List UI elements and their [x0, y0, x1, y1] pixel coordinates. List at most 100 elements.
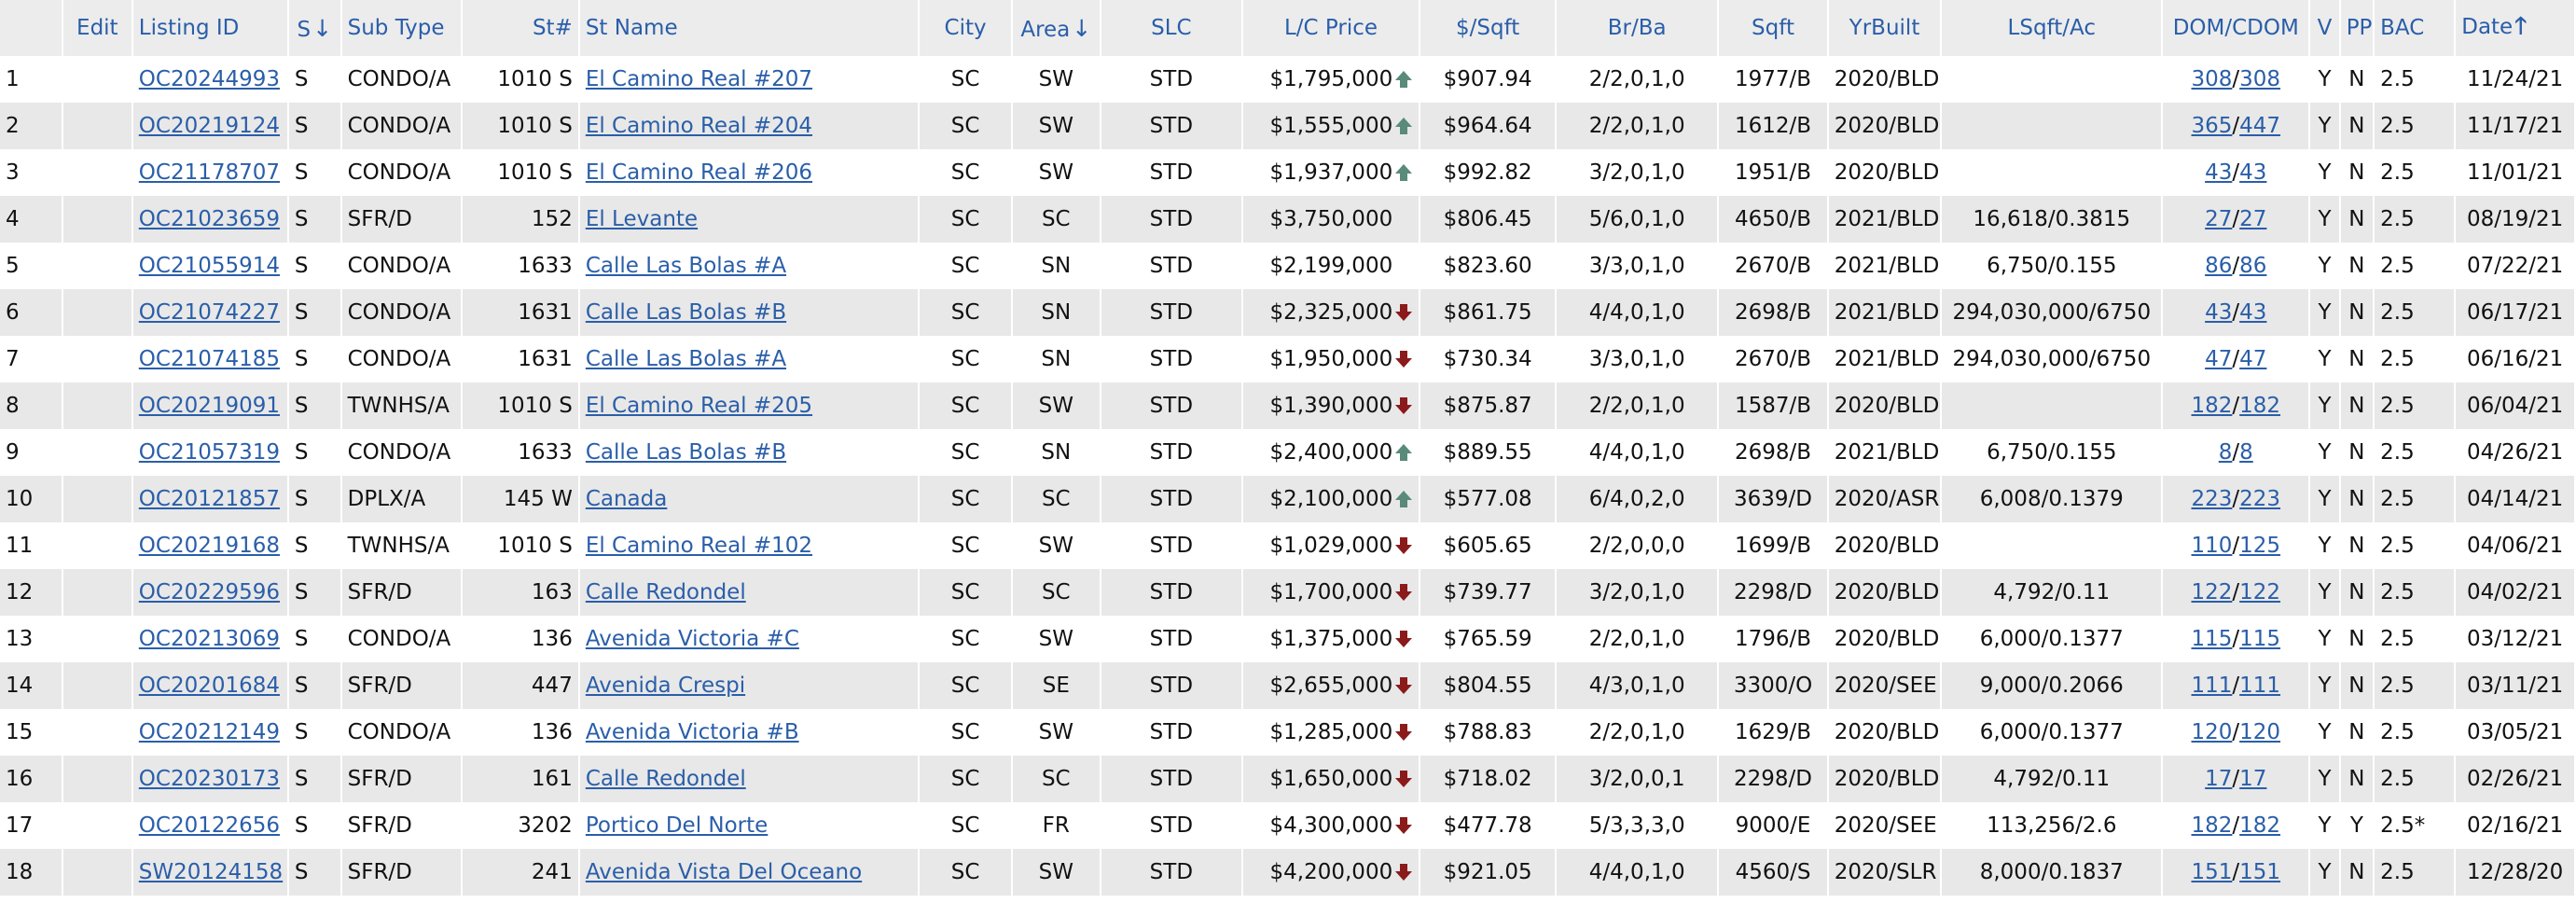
col-sqft[interactable]: Sqft: [1718, 0, 1829, 56]
listing-id-link[interactable]: OC20213069: [139, 627, 280, 651]
col-date[interactable]: Date🡑: [2455, 0, 2576, 56]
dom-link[interactable]: 115: [2192, 627, 2233, 651]
edit-cell[interactable]: [62, 756, 133, 802]
col-bed-bath[interactable]: Br/Ba: [1556, 0, 1720, 56]
col-city[interactable]: City: [919, 0, 1013, 56]
edit-cell[interactable]: [62, 243, 133, 289]
street-name-link[interactable]: El Levante: [586, 207, 698, 231]
cdom-link[interactable]: 47: [2239, 347, 2266, 371]
dom-link[interactable]: 111: [2192, 674, 2233, 698]
listing-id-link[interactable]: OC20244993: [139, 67, 280, 91]
cdom-link[interactable]: 111: [2239, 674, 2280, 698]
col-slc[interactable]: SLC: [1100, 0, 1243, 56]
edit-cell[interactable]: [62, 849, 133, 896]
cdom-link[interactable]: 151: [2239, 860, 2280, 884]
col-street-name[interactable]: St Name: [578, 0, 921, 56]
col-sub-type[interactable]: Sub Type: [340, 0, 464, 56]
listing-id-link[interactable]: OC21074185: [139, 347, 280, 371]
edit-cell[interactable]: [62, 103, 133, 149]
dom-link[interactable]: 151: [2192, 860, 2233, 884]
dom-link[interactable]: 122: [2192, 580, 2233, 604]
street-name-link[interactable]: Calle Redondel: [586, 580, 746, 604]
cdom-link[interactable]: 447: [2239, 114, 2280, 138]
edit-cell[interactable]: [62, 336, 133, 382]
street-name-link[interactable]: Portico Del Norte: [586, 813, 768, 838]
dom-link[interactable]: 110: [2192, 534, 2233, 558]
street-name-link[interactable]: Canada: [586, 487, 668, 511]
listing-id-link[interactable]: OC20229596: [139, 580, 280, 604]
listing-id-link[interactable]: OC21178707: [139, 160, 280, 185]
dom-link[interactable]: 47: [2205, 347, 2232, 371]
cdom-link[interactable]: 115: [2239, 627, 2280, 651]
edit-cell[interactable]: [62, 662, 133, 709]
listing-id-link[interactable]: OC20219091: [139, 394, 280, 418]
col-pp[interactable]: PP: [2339, 0, 2375, 56]
cdom-link[interactable]: 223: [2239, 487, 2280, 511]
street-name-link[interactable]: Calle Las Bolas #A: [586, 254, 786, 278]
edit-cell[interactable]: [62, 476, 133, 522]
edit-cell[interactable]: [62, 522, 133, 569]
cdom-link[interactable]: 86: [2239, 254, 2266, 278]
edit-cell[interactable]: [62, 382, 133, 429]
col-v[interactable]: V: [2309, 0, 2341, 56]
cdom-link[interactable]: 308: [2239, 67, 2280, 91]
dom-link[interactable]: 8: [2219, 440, 2233, 465]
listing-id-link[interactable]: OC21057319: [139, 440, 280, 465]
edit-cell[interactable]: [62, 429, 133, 476]
cdom-link[interactable]: 182: [2239, 394, 2280, 418]
edit-cell[interactable]: [62, 709, 133, 756]
col-s[interactable]: S↓: [287, 0, 342, 56]
dom-link[interactable]: 17: [2205, 767, 2232, 791]
dom-link[interactable]: 43: [2205, 160, 2232, 185]
cdom-link[interactable]: 43: [2239, 300, 2266, 325]
dom-link[interactable]: 365: [2192, 114, 2233, 138]
street-name-link[interactable]: Avenida Victoria #B: [586, 720, 799, 744]
col-area[interactable]: Area↓: [1011, 0, 1101, 56]
edit-cell[interactable]: [62, 149, 133, 196]
col-price-per-sqft[interactable]: $/Sqft: [1420, 0, 1558, 56]
cdom-link[interactable]: 17: [2239, 767, 2266, 791]
listing-id-link[interactable]: OC20230173: [139, 767, 280, 791]
listing-id-link[interactable]: OC20219124: [139, 114, 280, 138]
edit-cell[interactable]: [62, 196, 133, 243]
edit-cell[interactable]: [62, 289, 133, 336]
street-name-link[interactable]: El Camino Real #207: [586, 67, 812, 91]
col-year-built[interactable]: YrBuilt: [1827, 0, 1943, 56]
street-name-link[interactable]: El Camino Real #204: [586, 114, 812, 138]
dom-link[interactable]: 223: [2192, 487, 2233, 511]
street-name-link[interactable]: El Camino Real #205: [586, 394, 812, 418]
edit-cell[interactable]: [62, 569, 133, 616]
listing-id-link[interactable]: OC20121857: [139, 487, 280, 511]
street-name-link[interactable]: Calle Las Bolas #B: [586, 300, 786, 325]
edit-cell[interactable]: [62, 616, 133, 662]
dom-link[interactable]: 182: [2192, 813, 2233, 838]
col-street-number[interactable]: St#: [462, 0, 580, 56]
dom-link[interactable]: 43: [2205, 300, 2232, 325]
dom-link[interactable]: 27: [2205, 207, 2232, 231]
street-name-link[interactable]: Avenida Victoria #C: [586, 627, 799, 651]
cdom-link[interactable]: 8: [2239, 440, 2253, 465]
dom-link[interactable]: 120: [2192, 720, 2233, 744]
cdom-link[interactable]: 43: [2239, 160, 2266, 185]
dom-link[interactable]: 86: [2205, 254, 2232, 278]
listing-id-link[interactable]: SW20124158: [139, 860, 283, 884]
listing-id-link[interactable]: OC21023659: [139, 207, 280, 231]
street-name-link[interactable]: Calle Redondel: [586, 767, 746, 791]
cdom-link[interactable]: 122: [2239, 580, 2280, 604]
listing-id-link[interactable]: OC20201684: [139, 674, 280, 698]
street-name-link[interactable]: El Camino Real #102: [586, 534, 812, 558]
cdom-link[interactable]: 27: [2239, 207, 2266, 231]
listing-id-link[interactable]: OC20122656: [139, 813, 280, 838]
col-listing-id[interactable]: Listing ID: [132, 0, 289, 56]
listing-id-link[interactable]: OC20219168: [139, 534, 280, 558]
street-name-link[interactable]: El Camino Real #206: [586, 160, 812, 185]
col-lc-price[interactable]: L/C Price: [1241, 0, 1421, 56]
street-name-link[interactable]: Avenida Vista Del Oceano: [586, 860, 862, 884]
listing-id-link[interactable]: OC20212149: [139, 720, 280, 744]
edit-cell[interactable]: [62, 56, 133, 103]
cdom-link[interactable]: 182: [2239, 813, 2280, 838]
street-name-link[interactable]: Calle Las Bolas #B: [586, 440, 786, 465]
cdom-link[interactable]: 125: [2239, 534, 2280, 558]
dom-link[interactable]: 308: [2192, 67, 2233, 91]
col-edit[interactable]: Edit: [62, 0, 133, 56]
